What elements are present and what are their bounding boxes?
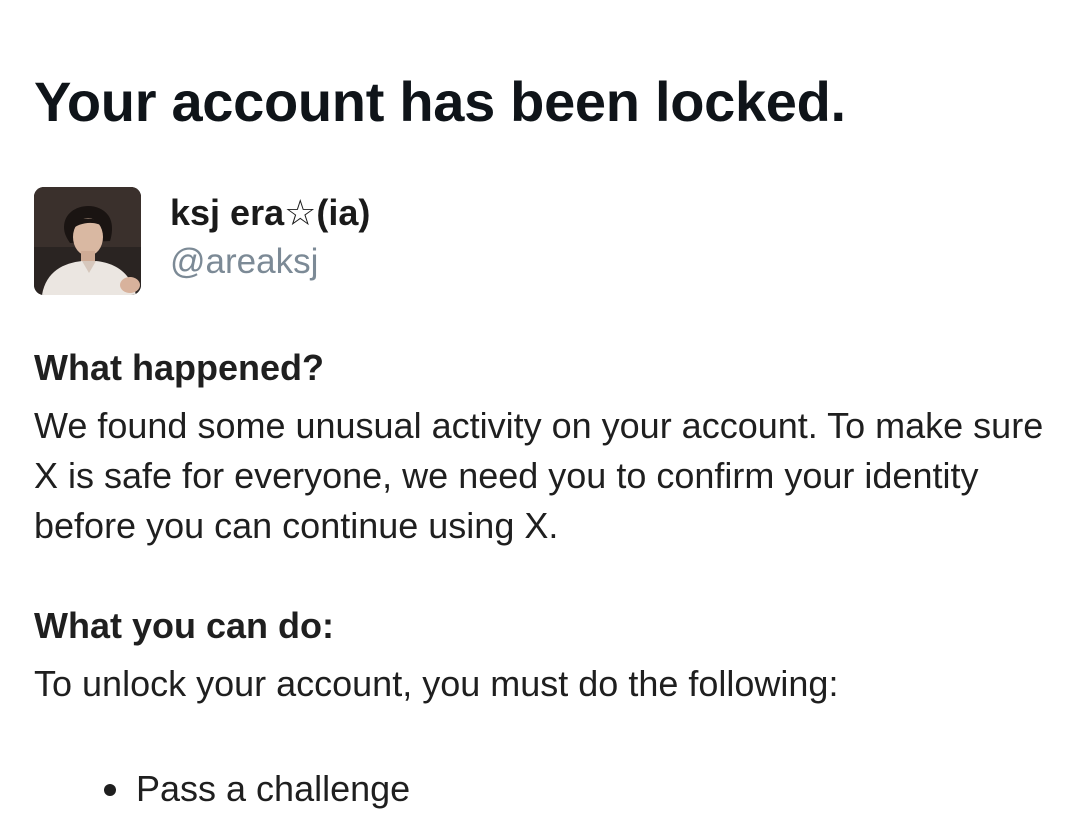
- step-label: Pass a challenge: [136, 768, 411, 809]
- page-title: Your account has been locked.: [34, 70, 846, 133]
- what-happened-text: We found some unusual activity on your a…: [34, 405, 1044, 546]
- bullet-icon: [104, 784, 116, 796]
- locked-account-page: Your account has been locked. ksj era☆(i…: [0, 0, 1071, 834]
- avatar: [34, 187, 141, 295]
- unlock-steps-list: Pass a challenge: [104, 764, 410, 814]
- what-you-can-do-text: To unlock your account, you must do the …: [34, 663, 839, 704]
- list-item: Pass a challenge: [104, 764, 410, 814]
- profile-photo-icon: [34, 187, 141, 295]
- username-handle: @areaksj: [170, 242, 319, 281]
- what-you-can-do-heading: What you can do:: [34, 605, 334, 646]
- display-name: ksj era☆(ia): [170, 192, 371, 233]
- what-happened-heading: What happened?: [34, 347, 324, 388]
